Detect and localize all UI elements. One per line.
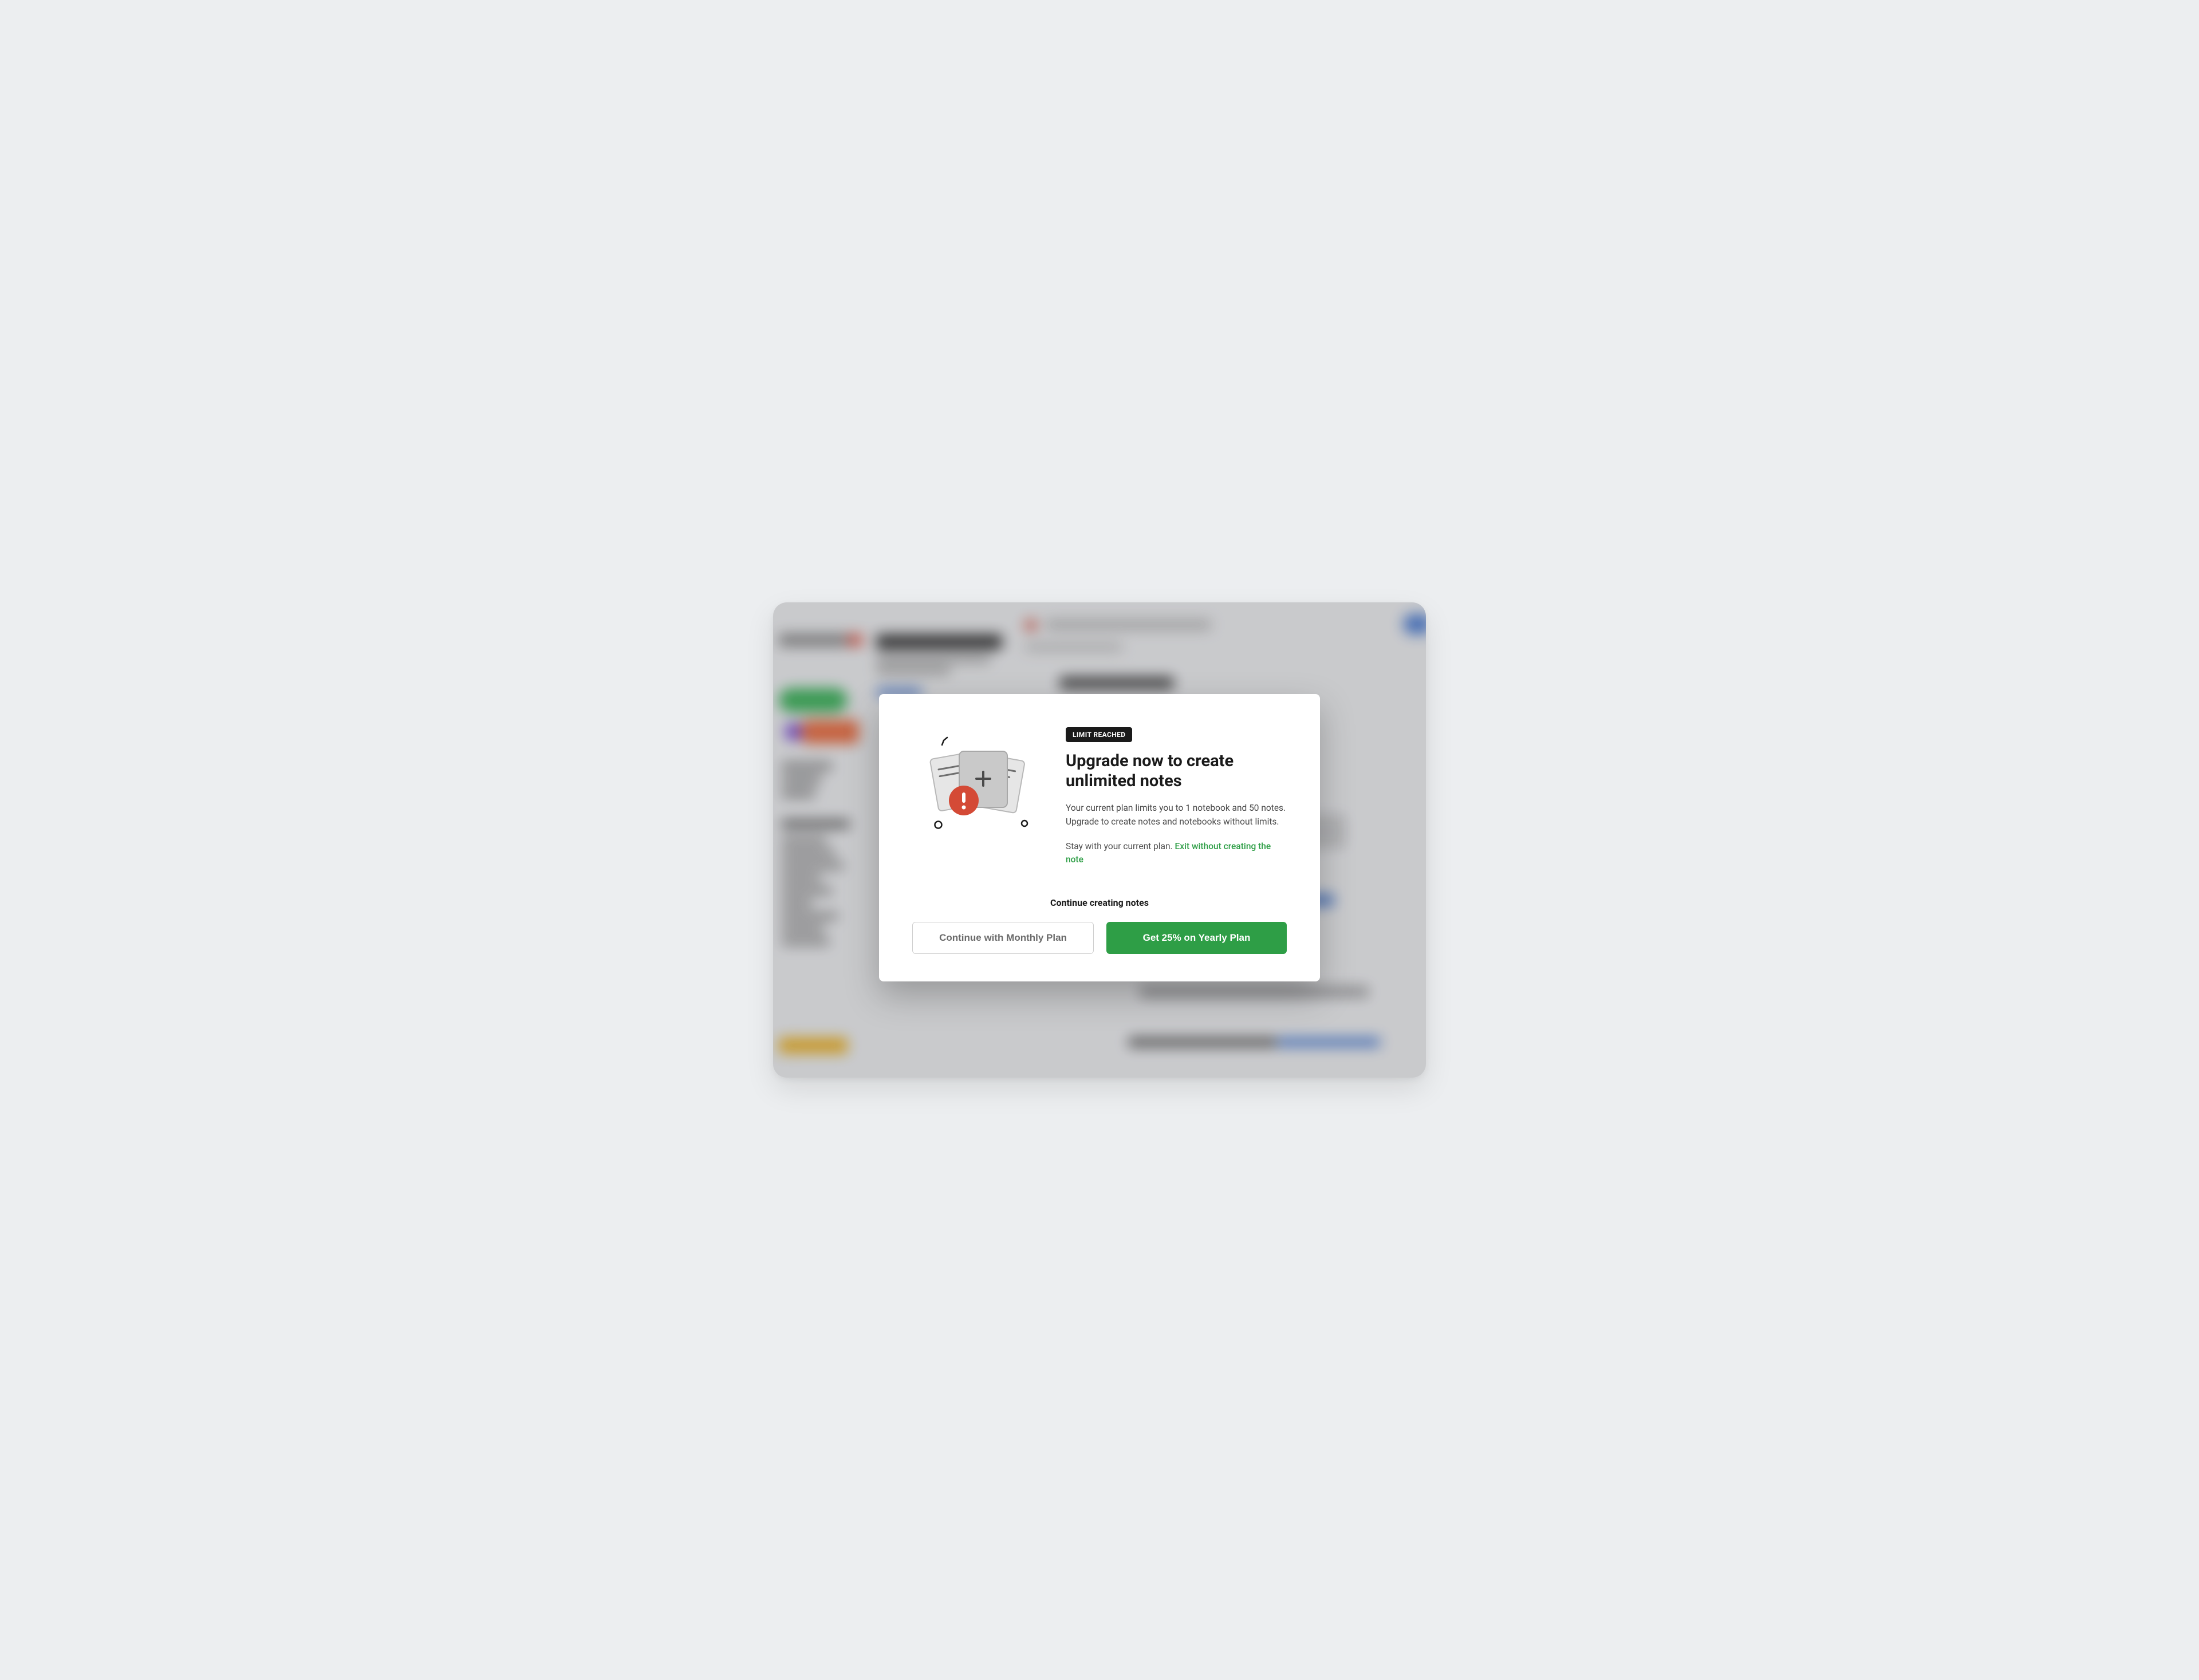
get-yearly-button[interactable]: Get 25% on Yearly Plan	[1106, 922, 1287, 954]
continue-creating-heading: Continue creating notes	[912, 897, 1287, 908]
notes-limit-illustration	[912, 727, 1038, 836]
modal-overlay: LIMIT REACHED Upgrade now to create unli…	[773, 602, 1426, 1078]
continue-monthly-button[interactable]: Continue with Monthly Plan	[912, 922, 1094, 954]
modal-headline: Upgrade now to create unlimited notes	[1066, 751, 1287, 792]
upgrade-modal: LIMIT REACHED Upgrade now to create unli…	[879, 694, 1320, 982]
stay-prefix: Stay with your current plan.	[1066, 841, 1175, 851]
limit-reached-badge: LIMIT REACHED	[1066, 727, 1132, 742]
stay-row: Stay with your current plan. Exit withou…	[1066, 840, 1287, 867]
modal-body: Your current plan limits you to 1 notebo…	[1066, 802, 1287, 829]
app-window: LIMIT REACHED Upgrade now to create unli…	[773, 602, 1426, 1078]
